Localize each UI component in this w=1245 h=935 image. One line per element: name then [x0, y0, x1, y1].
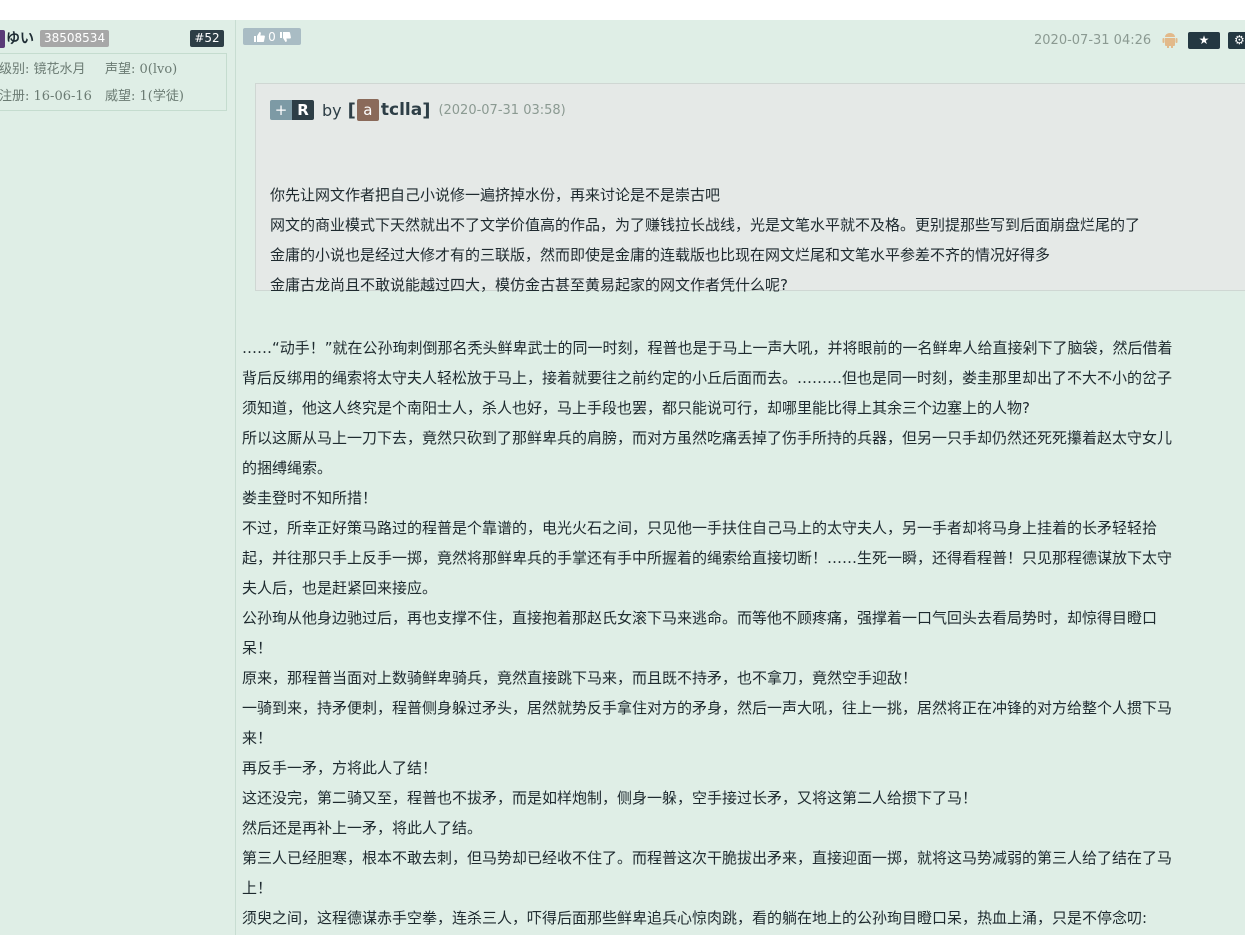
- quote-header: + R by [ a tclla ] (2020-07-31 03:58): [270, 99, 566, 121]
- content-line: 上！: [242, 879, 273, 897]
- thumbs-up-icon[interactable]: [253, 31, 266, 43]
- content-line: 起，并往那只手上反手一掷，竟然将那鲜卑兵的手掌还有手中所握着的绳索给直接切断！……: [242, 549, 1173, 567]
- content-line: 须知道，他这人终究是个南阳士人，杀人也好，马上手段也罢，都只能说可行，却哪里能比…: [242, 399, 1030, 417]
- content-line: 这还没完，第二骑又至，程普也不拔矛，而是如样炮制，侧身一躲，空手接过长矛，又将这…: [242, 789, 978, 807]
- content-line: 呆！: [242, 639, 273, 657]
- settings-gear-button[interactable]: ⚙: [1228, 32, 1245, 49]
- quote-line: 金庸的小说也是经过大修才有的三联版，然而即使是金庸的连载版也比现在网文烂尾和文笔…: [270, 246, 1051, 264]
- content-line: 背后反绑用的绳索将太守夫人轻松放于马上，接着就要往之前约定的小丘后面而去。…………: [242, 369, 1173, 387]
- like-count: 0: [268, 29, 276, 44]
- quote-expand-button[interactable]: +: [270, 100, 292, 120]
- user-register-date: 注册: 16-06-16: [0, 89, 92, 104]
- user-reputation: 声望: 0(lvo): [105, 62, 178, 77]
- content-line: 公孙珣从他身边驰过后，再也支撑不住，直接抱着那赵氏女滚下马来逃命。而等他不顾疼痛…: [242, 609, 1158, 627]
- content-line: 来！: [242, 729, 273, 747]
- user-stats-box: 级别: 镜花水月 声望: 0(lvo) 注册: 16-06-16 威望: 1(学…: [0, 53, 227, 111]
- content-line: 一骑到来，持矛便刺，程普侧身躲过矛头，居然就势反手拿住对方的矛身，然后一声大吼，…: [242, 699, 1173, 717]
- android-icon: [1162, 33, 1178, 48]
- content-line: 再反手一矛，方将此人了结！: [242, 759, 438, 777]
- content-line: 娄圭登时不知所措！: [242, 489, 378, 507]
- top-strip: [0, 0, 1245, 20]
- quote-by-label: by: [322, 100, 342, 120]
- content-line: 不过，所幸正好策马路过的程普是个靠谱的，电光火石之间，只见他一手扶住自己马上的太…: [242, 519, 1158, 537]
- quote-bracket-open: [: [347, 99, 356, 121]
- post-content: ……“动手！”就在公孙珣刺倒那名秃头鲜卑武士的同一时刻，程普也是于马上一声大吼，…: [242, 333, 1245, 933]
- user-prestige: 威望: 1(学徒): [105, 89, 184, 104]
- quote-line: 金庸古龙尚且不敢说能越过四大，模仿金古甚至黄易起家的网文作者凭什么呢?: [270, 276, 788, 294]
- post-column: 0 2020-07-31 04:26 ★ ⚙ + R by [ a tclla …: [236, 20, 1245, 935]
- content-line: ……“动手！”就在公孙珣刺倒那名秃头鲜卑武士的同一时刻，程普也是于马上一声大吼，…: [242, 339, 1173, 357]
- quote-body: 你先让网文作者把自己小说修一遍挤掉水份，再来讨论是不是崇古吧 网文的商业模式下天…: [270, 180, 1245, 300]
- content-line: 第三人已经胆寒，根本不敢去刺，但马势却已经收不住了。而程普这次干脆拔出矛来，直接…: [242, 849, 1173, 867]
- content-line: 原来，那程普当面对上数骑鲜卑骑兵，竟然直接跳下马来，而且既不持矛，也不拿刀，竟然…: [242, 669, 918, 687]
- post-timestamp: 2020-07-31 04:26: [1034, 33, 1152, 48]
- floor-number-badge[interactable]: #52: [190, 30, 224, 47]
- favorite-star-button[interactable]: ★: [1188, 32, 1220, 49]
- quote-bracket-close: ]: [422, 99, 431, 121]
- user-avatar[interactable]: [0, 30, 5, 48]
- content-line: 夫人后，也是赶紧回来接应。: [242, 579, 438, 597]
- quote-line: 你先让网文作者把自己小说修一遍挤掉水份，再来讨论是不是崇古吧: [270, 186, 721, 204]
- quote-timestamp: (2020-07-31 03:58): [438, 102, 566, 118]
- quoted-reply: + R by [ a tclla ] (2020-07-31 03:58) 你先…: [255, 83, 1245, 294]
- user-level: 级别: 镜花水月: [0, 62, 86, 77]
- username[interactable]: ゆい: [6, 30, 34, 48]
- vote-buttons[interactable]: 0: [243, 28, 301, 45]
- content-line: 所以这厮从马上一刀下去，竟然只砍到了那鲜卑兵的肩膀，而对方虽然吃痛丢掉了伤手所持…: [242, 429, 1173, 447]
- user-info-column: ゆい 38508534 #52 级别: 镜花水月 声望: 0(lvo) 注册: …: [0, 20, 236, 935]
- quote-author-name[interactable]: tclla: [381, 100, 422, 120]
- quote-reply-button[interactable]: R: [292, 100, 314, 120]
- thumbs-down-icon[interactable]: [279, 31, 291, 43]
- quote-author-avatar[interactable]: a: [356, 99, 379, 121]
- content-line: 然后还是再补上一矛，将此人了结。: [242, 819, 483, 837]
- content-line: 须臾之间，这程德谋赤手空拳，连杀三人，吓得后面那些鲜卑追兵心惊肉跳，看的躺在地上…: [242, 909, 1148, 927]
- user-id-badge[interactable]: 38508534: [40, 30, 110, 47]
- quote-line: 网文的商业模式下天然就出不了文学价值高的作品，为了赚钱拉长战线，光是文笔水平就不…: [270, 216, 1141, 234]
- content-line: 的捆缚绳索。: [242, 459, 333, 477]
